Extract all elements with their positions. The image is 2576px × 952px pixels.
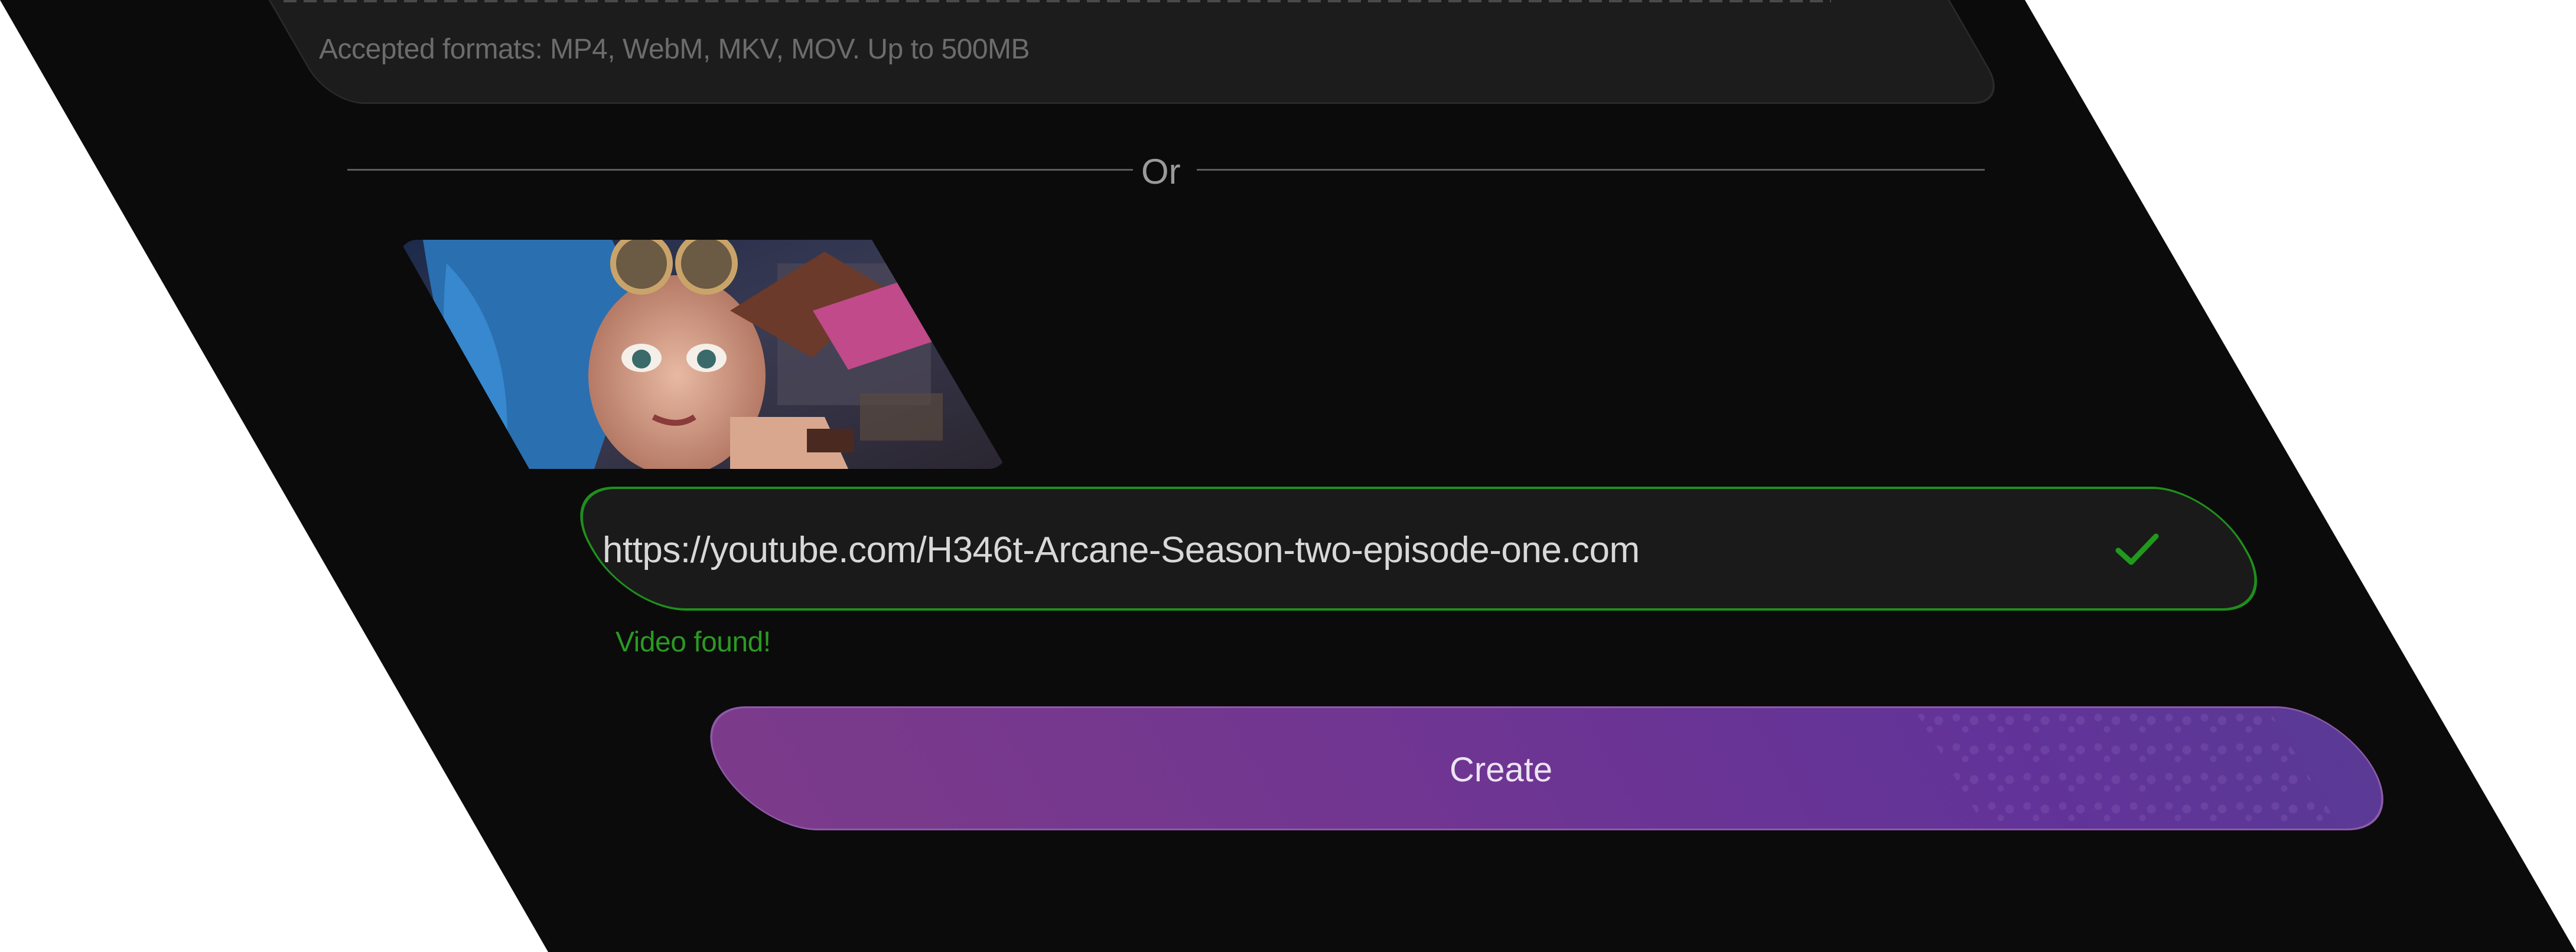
divider-label: Or bbox=[1141, 152, 1181, 191]
create-button-label[interactable]: Create bbox=[1450, 750, 1552, 790]
video-status-message: Video found! bbox=[615, 627, 771, 658]
divider-line-left bbox=[347, 169, 1133, 171]
video-url-value[interactable]: https://youtube.com/H346t-Arcane-Season-… bbox=[603, 529, 1640, 571]
divider-line-right bbox=[1197, 169, 1985, 171]
screen: Accepted formats: MP4, WebM, MKV, MOV. U… bbox=[0, 0, 2576, 952]
check-icon bbox=[2115, 533, 2159, 565]
accepted-formats-text: Accepted formats: MP4, WebM, MKV, MOV. U… bbox=[319, 34, 1030, 65]
dropzone-dashed-border bbox=[284, 0, 1831, 2]
